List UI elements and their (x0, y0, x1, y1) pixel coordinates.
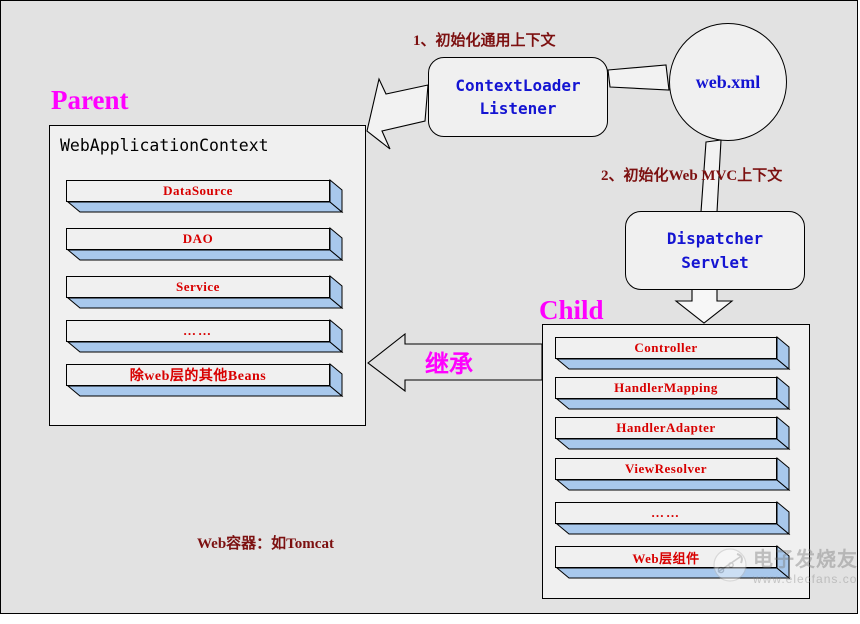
bean-bar-dao[interactable]: DAO (66, 226, 344, 262)
web-container-note: Web容器：如Tomcat (197, 536, 334, 552)
web-xml-label: web.xml (695, 71, 761, 92)
context-loader-listener-label: ContextLoader Listener (455, 75, 581, 118)
context-loader-listener-node[interactable]: ContextLoader Listener (428, 57, 608, 137)
bean-bar-datasource[interactable]: DataSource (66, 178, 344, 214)
bean-bar-ellipsis[interactable]: …… (66, 318, 344, 354)
step-2-label: 2、初始化Web MVC上下文 (601, 168, 783, 184)
bean-label: HandlerAdapter (616, 420, 716, 435)
child-context-container: Controller HandlerMapping HandlerAdapter (542, 324, 810, 599)
bean-label: …… (183, 323, 213, 338)
arrow-dispatcher-to-child (674, 288, 734, 324)
parent-context-caption: WebApplicationContext (60, 136, 269, 155)
bean-bar-web-components[interactable]: Web层组件 (555, 544, 791, 580)
bean-bar-handleradapter[interactable]: HandlerAdapter (555, 415, 791, 451)
bean-bar-controller[interactable]: Controller (555, 335, 791, 371)
dispatcher-servlet-label: Dispatcher Servlet (666, 229, 764, 272)
bean-bar-ellipsis[interactable]: …… (555, 500, 791, 536)
bean-label: Web层组件 (632, 550, 700, 566)
bean-label: Controller (634, 340, 698, 355)
bean-label: ViewResolver (624, 461, 708, 476)
bean-bar-handlermapping[interactable]: HandlerMapping (555, 375, 791, 411)
bean-label: DataSource (163, 183, 233, 198)
bean-bar-other-beans[interactable]: 除web层的其他Beans (66, 362, 344, 398)
connector-listener-to-webxml (607, 64, 670, 91)
bean-label: …… (651, 505, 681, 520)
bean-label: 除web层的其他Beans (129, 369, 267, 384)
inherit-arrow-label: 继承 (425, 352, 473, 378)
dispatcher-servlet-node[interactable]: Dispatcher Servlet (625, 211, 805, 290)
diagram-canvas: 1、初始化通用上下文 Parent WebApplicationContext (0, 0, 858, 614)
parent-section-title: Parent (51, 85, 129, 115)
child-section-title: Child (539, 295, 604, 325)
bean-label: DAO (182, 231, 214, 246)
arrow-listener-to-parent (366, 77, 429, 150)
bean-bar-service[interactable]: Service (66, 274, 344, 310)
bean-label: Service (176, 279, 220, 294)
bean-label: HandlerMapping (614, 380, 718, 395)
parent-context-container: WebApplicationContext DataSource DAO Ser… (49, 125, 366, 426)
bean-bar-viewresolver[interactable]: ViewResolver (555, 456, 791, 492)
web-xml-node[interactable]: web.xml (669, 23, 787, 141)
